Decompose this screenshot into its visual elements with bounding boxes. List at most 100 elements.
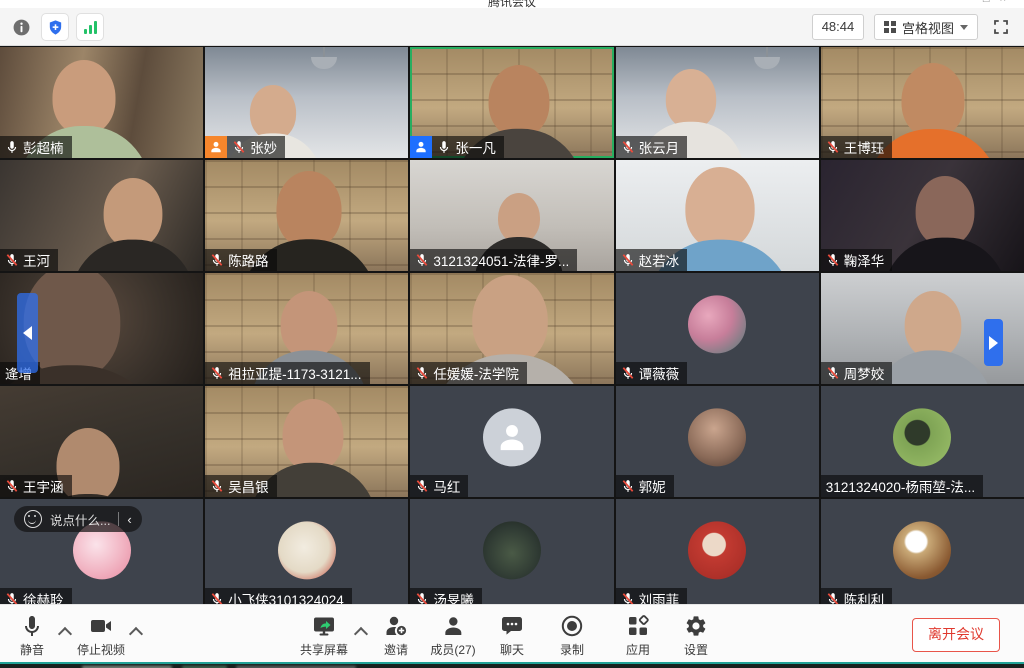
tile-wangbojue[interactable]: 王博珏 (821, 47, 1024, 158)
next-page-button[interactable] (984, 319, 1003, 366)
mic-muted-icon (415, 479, 429, 493)
invite-button[interactable]: 邀请 (384, 614, 408, 658)
tile-tangminxi[interactable]: 汤旻曦 (410, 499, 613, 610)
stop-video-button[interactable]: 停止视频 (77, 614, 125, 658)
tile-chenlili[interactable]: 陈利利 (821, 499, 1024, 610)
network-quality-button[interactable] (76, 13, 104, 41)
tile-yangyukun[interactable]: 3121324020-杨雨堃-法... (821, 386, 1024, 497)
chat-input-placeholder[interactable]: 说点什么... (50, 510, 110, 529)
tile-3121324051[interactable]: 3121324051-法律-罗... (410, 160, 613, 271)
mic-muted-icon (621, 366, 635, 380)
mute-options-caret[interactable] (58, 627, 72, 641)
tile-zhangyunyue[interactable]: 张云月 (616, 47, 819, 158)
tile-renyuanyuan[interactable]: 任媛媛-法学院 (410, 273, 613, 384)
participant-video (84, 178, 182, 271)
tile-wangyuhan[interactable]: 王宇涵 (0, 386, 203, 497)
video-stage: 彭超楠 张妙 张一凡 (0, 45, 1024, 668)
video-options-caret[interactable] (129, 627, 143, 641)
record-button[interactable]: 录制 (560, 614, 584, 658)
share-screen-button[interactable]: 共享屏幕 (300, 614, 348, 658)
mic-muted-icon (621, 140, 635, 154)
participant-name: 陈路路 (228, 250, 269, 270)
avatar (893, 521, 951, 579)
participant-name: 赵若冰 (639, 250, 680, 270)
ceiling-lamp (311, 57, 337, 69)
cohost-badge-icon (410, 136, 432, 158)
tile-guoni[interactable]: 郭妮 (616, 386, 819, 497)
info-icon (12, 18, 31, 37)
participant-name: 张一凡 (455, 137, 496, 157)
share-screen-icon (312, 614, 336, 638)
taskbar-strip (0, 662, 1024, 668)
participant-video (881, 63, 986, 158)
chat-label: 聊天 (500, 641, 524, 658)
record-icon (560, 614, 584, 638)
tile-tanweiwei[interactable]: 谭薇薇 (616, 273, 819, 384)
share-options-caret[interactable] (354, 627, 368, 641)
participant-name: 3121324020-杨雨堃-法... (826, 476, 975, 496)
avatar (893, 408, 951, 466)
view-mode-button[interactable]: 宫格视图 (874, 14, 978, 40)
settings-button[interactable]: 设置 (684, 614, 708, 658)
window-controls[interactable]: —□× (962, 0, 1016, 5)
tile-wuchangyin[interactable]: 吴昌银 (205, 386, 408, 497)
mute-label: 静音 (20, 641, 44, 658)
tile-zhangmiao[interactable]: 张妙 (205, 47, 408, 158)
chat-button[interactable]: 聊天 (500, 614, 524, 658)
tile-juzehua[interactable]: 鞠泽华 (821, 160, 1024, 271)
chat-icon (500, 614, 524, 638)
participant-grid: 彭超楠 张妙 张一凡 (0, 47, 1024, 610)
window-titlebar: 腾讯会议 —□× (0, 0, 1024, 8)
avatar (483, 408, 541, 466)
invite-label: 邀请 (384, 641, 408, 658)
camera-icon (89, 614, 113, 638)
microphone-icon (20, 614, 44, 638)
tile-mahong[interactable]: 马红 (410, 386, 613, 497)
mic-muted-icon (210, 479, 224, 493)
members-button[interactable]: 成员(27) (430, 614, 475, 658)
tile-xiaofeixia[interactable]: 小飞侠3101324024 (205, 499, 408, 610)
mic-on-icon (5, 140, 19, 154)
tile-wanghe[interactable]: 王河 (0, 160, 203, 271)
emoji-icon[interactable] (24, 510, 42, 528)
participant-name: 马红 (433, 476, 460, 496)
participant-name: 谭薇薇 (639, 363, 680, 383)
fullscreen-button[interactable] (988, 14, 1014, 40)
tile-zulayati[interactable]: 祖拉亚提-1173-3121... (205, 273, 408, 384)
chevron-down-icon (960, 25, 968, 30)
signal-bars-icon (84, 20, 97, 34)
avatar (483, 521, 541, 579)
participant-video (263, 399, 365, 497)
leave-meeting-button[interactable]: 离开会议 (912, 618, 1000, 652)
apps-button[interactable]: 应用 (626, 614, 650, 658)
participant-name: 周梦姣 (844, 363, 885, 383)
participant-name: 吴昌银 (228, 476, 269, 496)
tile-zhaoruobing[interactable]: 赵若冰 (616, 160, 819, 271)
host-badge-icon (205, 136, 227, 158)
previous-page-button[interactable] (17, 293, 38, 373)
apps-icon (626, 614, 650, 638)
share-screen-label: 共享屏幕 (300, 641, 348, 658)
mic-muted-icon (621, 479, 635, 493)
ceiling-lamp (754, 57, 780, 69)
participant-name: 彭超楠 (23, 137, 64, 157)
mute-button[interactable]: 静音 (20, 614, 44, 658)
collapse-chatbar-button[interactable]: ‹ (127, 512, 131, 527)
settings-label: 设置 (684, 641, 708, 658)
mic-on-icon (437, 140, 451, 154)
gear-icon (684, 614, 708, 638)
arrow-left-icon (23, 326, 32, 340)
window-title: 腾讯会议 (0, 0, 1024, 8)
participant-name: 郭妮 (639, 476, 666, 496)
tile-chenlulu[interactable]: 陈路路 (205, 160, 408, 271)
tile-liuyufei[interactable]: 刘雨菲 (616, 499, 819, 610)
avatar (278, 521, 336, 579)
meeting-info-button[interactable] (8, 14, 34, 40)
tile-zhangyifan-active-speaker[interactable]: 张一凡 (410, 47, 613, 158)
tile-pengchaonan[interactable]: 彭超楠 (0, 47, 203, 158)
stop-video-label: 停止视频 (77, 641, 125, 658)
participant-name: 王宇涵 (23, 476, 64, 496)
security-button[interactable] (41, 13, 69, 41)
participant-name: 张妙 (250, 137, 277, 157)
avatar (688, 521, 746, 579)
